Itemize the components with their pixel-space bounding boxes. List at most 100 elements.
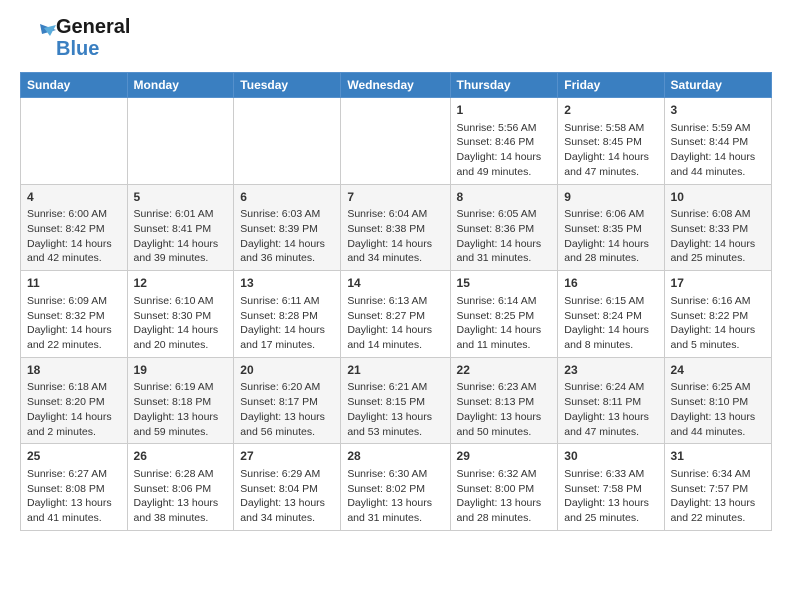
day-number: 19 xyxy=(134,362,228,379)
day-number: 8 xyxy=(457,189,552,206)
calendar-table: SundayMondayTuesdayWednesdayThursdayFrid… xyxy=(20,72,772,531)
day-number: 26 xyxy=(134,448,228,465)
day-info: Sunrise: 6:23 AM Sunset: 8:13 PM Dayligh… xyxy=(457,380,552,439)
day-cell: 17Sunrise: 6:16 AM Sunset: 8:22 PM Dayli… xyxy=(664,271,771,358)
day-cell: 11 Sunrise: 6:09 AM Sunset: 8:32 PM Dayli… xyxy=(21,271,128,358)
day-number: 3 xyxy=(671,102,765,119)
day-info: Sunrise: 6:29 AM Sunset: 8:04 PM Dayligh… xyxy=(240,467,334,526)
week-row-1: 1Sunrise: 5:56 AM Sunset: 8:46 PM Daylig… xyxy=(21,98,772,185)
day-info: Sunrise: 6:25 AM Sunset: 8:10 PM Dayligh… xyxy=(671,380,765,439)
day-info: Sunrise: 6:04 AM Sunset: 8:38 PM Dayligh… xyxy=(347,207,443,266)
day-number: 24 xyxy=(671,362,765,379)
header: General Blue xyxy=(20,16,772,60)
day-info: Sunrise: 5:59 AM Sunset: 8:44 PM Dayligh… xyxy=(671,121,765,180)
day-number: 7 xyxy=(347,189,443,206)
day-info: Sunrise: 6:34 AM Sunset: 7:57 PM Dayligh… xyxy=(671,467,765,526)
day-info: Sunrise: 6:30 AM Sunset: 8:02 PM Dayligh… xyxy=(347,467,443,526)
day-number: 12 xyxy=(134,275,228,292)
day-cell xyxy=(21,98,128,185)
day-info: Sunrise: 6:11 AM Sunset: 8:28 PM Dayligh… xyxy=(240,294,334,353)
day-number: 10 xyxy=(671,189,765,206)
day-number: 16 xyxy=(564,275,657,292)
day-number: 21 xyxy=(347,362,443,379)
day-number: 28 xyxy=(347,448,443,465)
day-number: 23 xyxy=(564,362,657,379)
day-cell xyxy=(127,98,234,185)
day-info: Sunrise: 6:05 AM Sunset: 8:36 PM Dayligh… xyxy=(457,207,552,266)
day-number: 22 xyxy=(457,362,552,379)
day-info: Sunrise: 6:18 AM Sunset: 8:20 PM Dayligh… xyxy=(27,380,121,439)
day-number: 6 xyxy=(240,189,334,206)
day-number: 18 xyxy=(27,362,121,379)
day-cell: 13 Sunrise: 6:11 AM Sunset: 8:28 PM Dayli… xyxy=(234,271,341,358)
col-header-friday: Friday xyxy=(558,73,664,98)
day-cell: 30 Sunrise: 6:33 AM Sunset: 7:58 PM Dayli… xyxy=(558,444,664,531)
day-cell: 26 Sunrise: 6:28 AM Sunset: 8:06 PM Dayli… xyxy=(127,444,234,531)
col-header-tuesday: Tuesday xyxy=(234,73,341,98)
col-header-wednesday: Wednesday xyxy=(341,73,450,98)
day-info: Sunrise: 5:56 AM Sunset: 8:46 PM Dayligh… xyxy=(457,121,552,180)
day-info: Sunrise: 6:03 AM Sunset: 8:39 PM Dayligh… xyxy=(240,207,334,266)
day-cell: 14 Sunrise: 6:13 AM Sunset: 8:27 PM Dayli… xyxy=(341,271,450,358)
week-row-5: 25 Sunrise: 6:27 AM Sunset: 8:08 PM Dayli… xyxy=(21,444,772,531)
day-number: 29 xyxy=(457,448,552,465)
day-info: Sunrise: 6:24 AM Sunset: 8:11 PM Dayligh… xyxy=(564,380,657,439)
week-row-4: 18Sunrise: 6:18 AM Sunset: 8:20 PM Dayli… xyxy=(21,357,772,444)
header-row: SundayMondayTuesdayWednesdayThursdayFrid… xyxy=(21,73,772,98)
day-cell: 16 Sunrise: 6:15 AM Sunset: 8:24 PM Dayli… xyxy=(558,271,664,358)
day-info: Sunrise: 6:14 AM Sunset: 8:25 PM Dayligh… xyxy=(457,294,552,353)
day-info: Sunrise: 6:19 AM Sunset: 8:18 PM Dayligh… xyxy=(134,380,228,439)
logo: General Blue xyxy=(20,16,130,60)
day-cell: 9Sunrise: 6:06 AM Sunset: 8:35 PM Daylig… xyxy=(558,184,664,271)
day-info: Sunrise: 6:15 AM Sunset: 8:24 PM Dayligh… xyxy=(564,294,657,353)
day-info: Sunrise: 6:32 AM Sunset: 8:00 PM Dayligh… xyxy=(457,467,552,526)
day-info: Sunrise: 6:27 AM Sunset: 8:08 PM Dayligh… xyxy=(27,467,121,526)
day-number: 5 xyxy=(134,189,228,206)
week-row-2: 4Sunrise: 6:00 AM Sunset: 8:42 PM Daylig… xyxy=(21,184,772,271)
day-cell: 28 Sunrise: 6:30 AM Sunset: 8:02 PM Dayli… xyxy=(341,444,450,531)
day-number: 25 xyxy=(27,448,121,465)
day-number: 27 xyxy=(240,448,334,465)
day-number: 17 xyxy=(671,275,765,292)
day-cell: 8Sunrise: 6:05 AM Sunset: 8:36 PM Daylig… xyxy=(450,184,558,271)
day-number: 4 xyxy=(27,189,121,206)
day-cell: 20Sunrise: 6:20 AM Sunset: 8:17 PM Dayli… xyxy=(234,357,341,444)
col-header-monday: Monday xyxy=(127,73,234,98)
day-cell: 24Sunrise: 6:25 AM Sunset: 8:10 PM Dayli… xyxy=(664,357,771,444)
day-number: 11 xyxy=(27,275,121,292)
day-cell xyxy=(341,98,450,185)
day-info: Sunrise: 5:58 AM Sunset: 8:45 PM Dayligh… xyxy=(564,121,657,180)
day-number: 15 xyxy=(457,275,552,292)
day-cell: 15 Sunrise: 6:14 AM Sunset: 8:25 PM Dayli… xyxy=(450,271,558,358)
day-cell: 6Sunrise: 6:03 AM Sunset: 8:39 PM Daylig… xyxy=(234,184,341,271)
col-header-thursday: Thursday xyxy=(450,73,558,98)
day-number: 30 xyxy=(564,448,657,465)
day-cell: 1Sunrise: 5:56 AM Sunset: 8:46 PM Daylig… xyxy=(450,98,558,185)
day-number: 9 xyxy=(564,189,657,206)
day-cell: 12Sunrise: 6:10 AM Sunset: 8:30 PM Dayli… xyxy=(127,271,234,358)
day-cell xyxy=(234,98,341,185)
day-cell: 23Sunrise: 6:24 AM Sunset: 8:11 PM Dayli… xyxy=(558,357,664,444)
day-info: Sunrise: 6:21 AM Sunset: 8:15 PM Dayligh… xyxy=(347,380,443,439)
day-cell: 25 Sunrise: 6:27 AM Sunset: 8:08 PM Dayli… xyxy=(21,444,128,531)
day-info: Sunrise: 6:06 AM Sunset: 8:35 PM Dayligh… xyxy=(564,207,657,266)
page-container: General Blue SundayMondayTuesdayWednesda… xyxy=(0,0,792,547)
day-info: Sunrise: 6:01 AM Sunset: 8:41 PM Dayligh… xyxy=(134,207,228,266)
day-info: Sunrise: 6:00 AM Sunset: 8:42 PM Dayligh… xyxy=(27,207,121,266)
day-info: Sunrise: 6:13 AM Sunset: 8:27 PM Dayligh… xyxy=(347,294,443,353)
day-number: 14 xyxy=(347,275,443,292)
day-number: 20 xyxy=(240,362,334,379)
logo-bird-icon xyxy=(20,20,56,56)
day-cell: 7Sunrise: 6:04 AM Sunset: 8:38 PM Daylig… xyxy=(341,184,450,271)
day-number: 13 xyxy=(240,275,334,292)
day-info: Sunrise: 6:28 AM Sunset: 8:06 PM Dayligh… xyxy=(134,467,228,526)
day-cell: 22Sunrise: 6:23 AM Sunset: 8:13 PM Dayli… xyxy=(450,357,558,444)
day-number: 31 xyxy=(671,448,765,465)
day-info: Sunrise: 6:33 AM Sunset: 7:58 PM Dayligh… xyxy=(564,467,657,526)
day-cell: 3 Sunrise: 5:59 AM Sunset: 8:44 PM Daylig… xyxy=(664,98,771,185)
logo-general-label: General xyxy=(56,16,130,38)
col-header-saturday: Saturday xyxy=(664,73,771,98)
day-info: Sunrise: 6:09 AM Sunset: 8:32 PM Dayligh… xyxy=(27,294,121,353)
day-cell: 19Sunrise: 6:19 AM Sunset: 8:18 PM Dayli… xyxy=(127,357,234,444)
day-cell: 31 Sunrise: 6:34 AM Sunset: 7:57 PM Dayli… xyxy=(664,444,771,531)
